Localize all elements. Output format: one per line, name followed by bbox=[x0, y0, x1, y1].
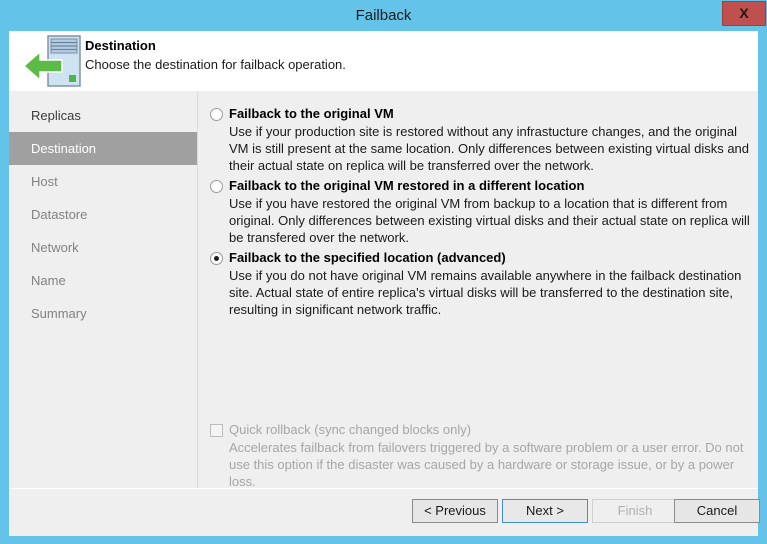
sidebar-item-name[interactable]: Name bbox=[9, 264, 197, 297]
radio-failback-specified-location[interactable] bbox=[210, 252, 223, 265]
server-failback-icon bbox=[22, 34, 88, 89]
page-title: Destination bbox=[85, 38, 156, 53]
wizard-footer: < Previous Next > Finish Cancel bbox=[9, 488, 758, 536]
window-title: Failback bbox=[0, 0, 767, 31]
sidebar-item-network[interactable]: Network bbox=[9, 231, 197, 264]
previous-button[interactable]: < Previous bbox=[412, 499, 498, 523]
option-description: Use if your production site is restored … bbox=[229, 123, 751, 174]
title-bar: Failback X bbox=[0, 0, 767, 31]
sidebar-item-datastore[interactable]: Datastore bbox=[9, 198, 197, 231]
sidebar-item-summary[interactable]: Summary bbox=[9, 297, 197, 330]
quick-rollback-description: Accelerates failback from failovers trig… bbox=[229, 439, 745, 490]
sidebar-item-destination[interactable]: Destination bbox=[9, 132, 197, 165]
sidebar-item-replicas[interactable]: Replicas bbox=[9, 99, 197, 132]
wizard-body: Replicas Destination Host Datastore Netw… bbox=[9, 91, 758, 488]
option-description: Use if you have restored the original VM… bbox=[229, 195, 751, 246]
cancel-button[interactable]: Cancel bbox=[674, 499, 760, 523]
option-description: Use if you do not have original VM remai… bbox=[229, 267, 751, 318]
close-icon[interactable]: X bbox=[722, 1, 766, 26]
finish-button: Finish bbox=[592, 499, 678, 523]
sidebar-item-host[interactable]: Host bbox=[9, 165, 197, 198]
option-label: Failback to the specified location (adva… bbox=[229, 250, 506, 265]
wizard-header: Destination Choose the destination for f… bbox=[9, 31, 758, 91]
quick-rollback-label: Quick rollback (sync changed blocks only… bbox=[229, 422, 471, 437]
quick-rollback-checkbox bbox=[210, 424, 223, 437]
radio-failback-original-vm[interactable] bbox=[210, 108, 223, 121]
failback-wizard-window: Failback X Destination Choose the destin… bbox=[0, 0, 767, 544]
radio-failback-original-vm-different-location[interactable] bbox=[210, 180, 223, 193]
page-subtitle: Choose the destination for failback oper… bbox=[85, 57, 346, 72]
wizard-steps-sidebar: Replicas Destination Host Datastore Netw… bbox=[9, 91, 197, 488]
option-label: Failback to the original VM restored in … bbox=[229, 178, 584, 193]
destination-options-panel: Failback to the original VM Use if your … bbox=[198, 91, 758, 488]
option-label: Failback to the original VM bbox=[229, 106, 394, 121]
next-button[interactable]: Next > bbox=[502, 499, 588, 523]
